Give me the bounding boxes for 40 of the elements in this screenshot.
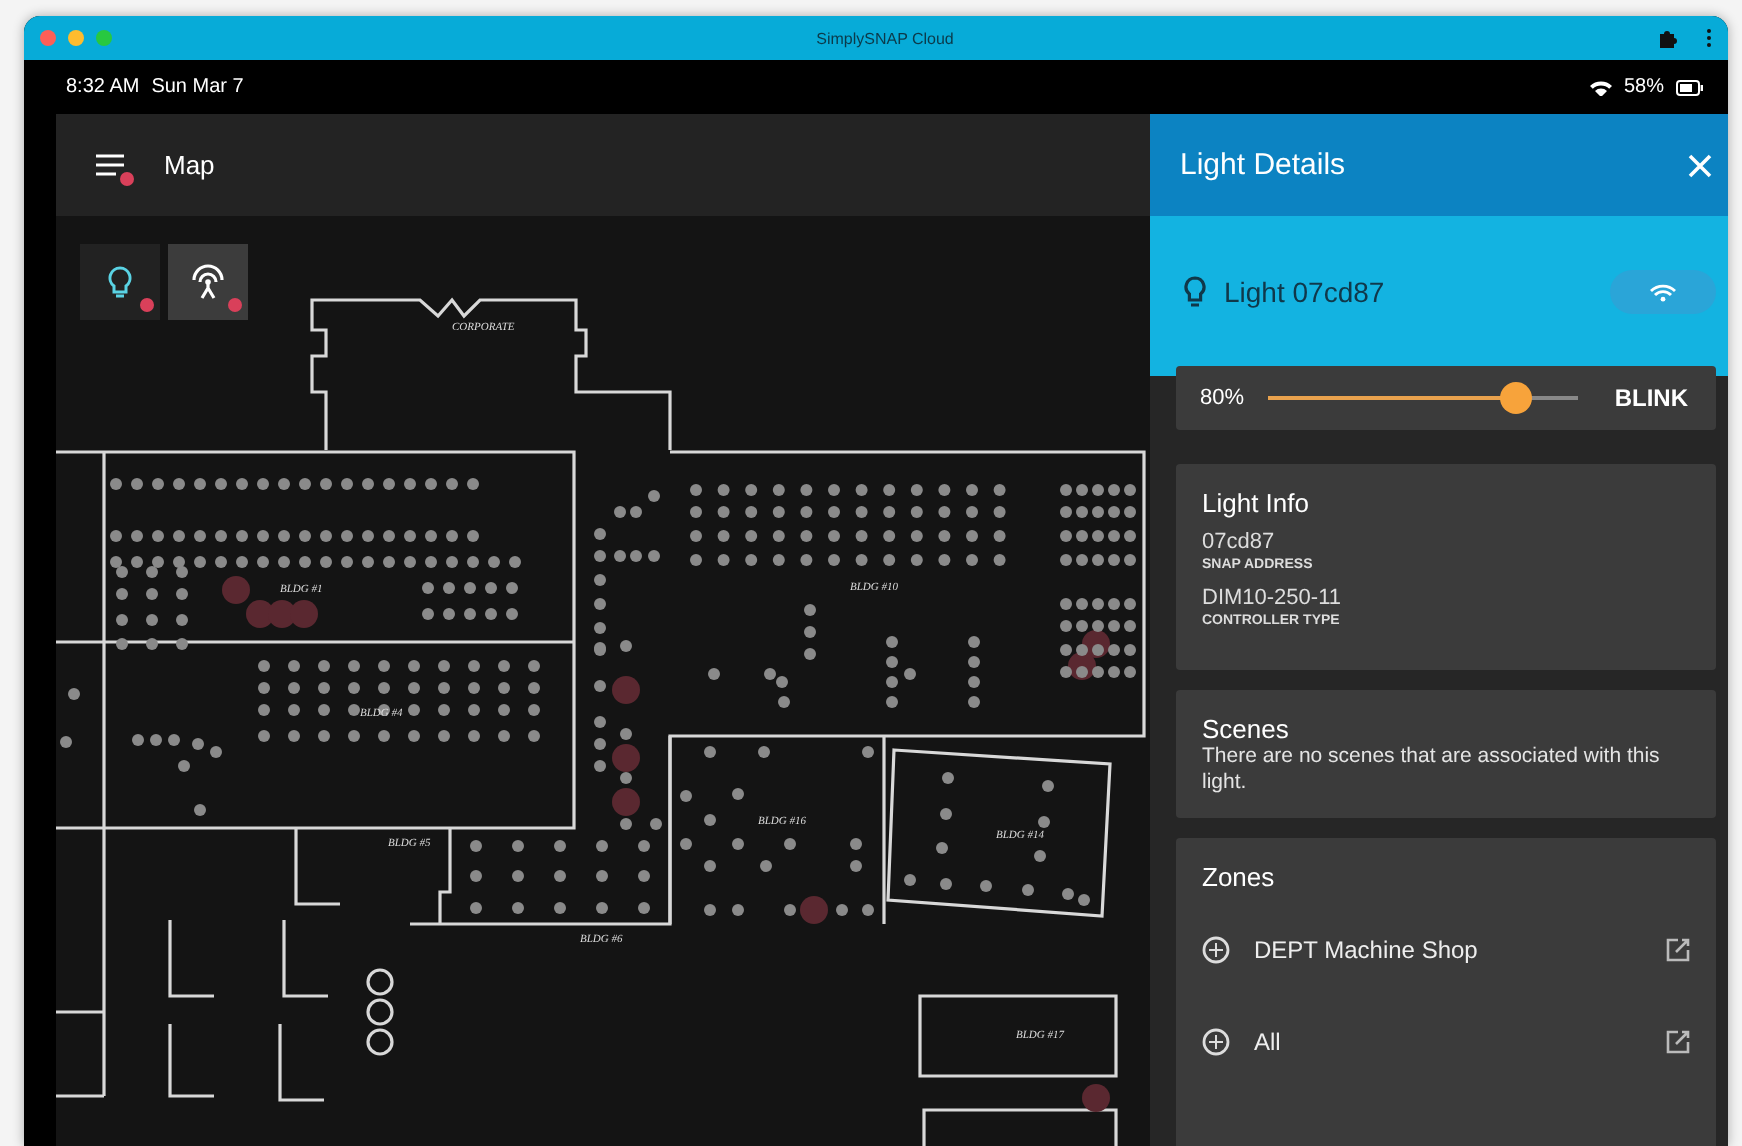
crosshair-circle-icon <box>1202 936 1230 965</box>
close-button[interactable] <box>1688 153 1712 177</box>
wifi-icon <box>1589 79 1612 95</box>
menu-icon <box>96 154 124 176</box>
minimize-window-dot[interactable] <box>68 30 84 46</box>
close-window-dot[interactable] <box>40 30 56 46</box>
signal-button[interactable] <box>1610 270 1716 314</box>
slider-thumb[interactable] <box>1500 382 1533 414</box>
layer-toggle[interactable] <box>168 244 248 320</box>
menu-button[interactable] <box>96 151 128 179</box>
battery-percent: 58% <box>1623 76 1664 98</box>
status-time: 8:32 AM <box>66 76 140 98</box>
light-name: Light 07cd87 <box>1224 276 1387 308</box>
card-title: Zones <box>1202 862 1277 893</box>
zoom-window-dot[interactable] <box>96 30 112 46</box>
close-icon <box>1688 153 1712 177</box>
status-date: Sun Mar 7 <box>151 76 244 98</box>
zone-name: All <box>1254 1028 1283 1057</box>
blink-button[interactable]: BLINK <box>1614 384 1688 412</box>
panel-title: Light Details <box>1180 148 1346 182</box>
lightbulb-icon <box>108 265 132 299</box>
puzzle-icon[interactable] <box>1658 28 1678 48</box>
empty-message: There are no scenes that are associated with this light. <box>1202 744 1662 797</box>
more-options-icon[interactable] <box>1706 28 1712 48</box>
field-value: DIM10-250-11 <box>1202 586 1343 610</box>
lightbulb-icon <box>1184 276 1206 308</box>
app-bar-title: Map <box>164 150 215 180</box>
open-external-icon[interactable] <box>1666 1030 1690 1055</box>
wifi-icon <box>1650 283 1676 301</box>
card-title: Scenes <box>1202 714 1291 744</box>
antenna-icon <box>188 264 228 300</box>
zone-name: DEPT Machine Shop <box>1254 936 1480 965</box>
battery-icon <box>1676 79 1704 95</box>
layer-toggle[interactable] <box>80 244 160 320</box>
crosshair-circle-icon <box>1202 1028 1230 1057</box>
dim-level-reading: 80% <box>1200 386 1245 410</box>
open-external-icon[interactable] <box>1666 938 1690 963</box>
field-value: 07cd87 <box>1202 530 1277 554</box>
window-title: SimplySNAP Cloud <box>814 29 956 47</box>
card-title: Light Info <box>1202 488 1311 518</box>
